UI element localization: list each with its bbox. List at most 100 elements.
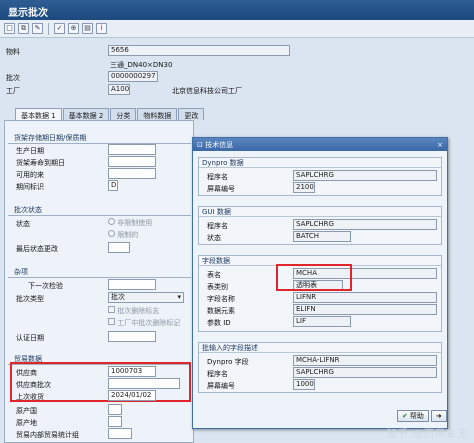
tab-changes[interactable]: 更改: [178, 108, 205, 120]
check-icon: ✔: [402, 412, 408, 420]
available-field[interactable]: [108, 168, 156, 179]
navigate-button[interactable]: ➜: [430, 410, 447, 422]
info-icon[interactable]: i: [96, 23, 107, 34]
dynpro-data-group: Dynpro 数据 程序名 SAPLCHRG 屏幕编号 2100: [198, 157, 442, 196]
param-id-field[interactable]: LIF: [293, 316, 351, 327]
unrestricted-label: 非限制使用: [117, 219, 153, 227]
unrestricted-radio[interactable]: 非限制使用: [108, 218, 152, 228]
vendor-batch-label: 供应商批次: [16, 381, 51, 389]
new-icon[interactable]: □: [4, 23, 15, 34]
gui-program-field[interactable]: SAPLCHRG: [293, 219, 437, 230]
shelf-expiry-label: 货架寿命到期日: [16, 159, 65, 167]
screen-field[interactable]: 2100: [293, 182, 315, 193]
misc-group-title: 杂项: [8, 267, 191, 278]
period-indicator-label: 期间标识: [16, 183, 44, 191]
vendor-batch-field[interactable]: [108, 378, 180, 389]
gui-status-field[interactable]: BATCH: [293, 231, 351, 242]
batch-status-group-title: 批次状态: [8, 205, 191, 216]
batch-label: 批次: [6, 74, 20, 82]
ok-button-label: 帮助: [409, 412, 424, 420]
batch-type-value: 批次: [111, 293, 125, 301]
next-inspection-field[interactable]: [108, 279, 156, 290]
gui-status-label: 状态: [207, 234, 221, 242]
program2-label: 程序名: [207, 370, 228, 378]
edit-icon[interactable]: ✎: [32, 23, 43, 34]
dialog-title: ⊡ 技术信息: [197, 140, 233, 150]
plant-label: 工厂: [6, 87, 20, 95]
batch-field[interactable]: 0000000297: [108, 71, 158, 82]
country-origin-field[interactable]: [108, 404, 122, 415]
country-origin-label: 原产国: [16, 407, 37, 415]
gui-group-title: GUI 数据: [199, 207, 441, 217]
tab-classification[interactable]: 分类: [110, 108, 137, 120]
dynpro-field-label: Dynpro 字段: [207, 358, 249, 366]
dialog-titlebar: ⊡ 技术信息 ×: [193, 138, 447, 151]
vendor-label: 供应商: [16, 369, 37, 377]
available-label: 可用的来: [16, 171, 44, 179]
batch-input-group: 批输入的字段描述 Dynpro 字段 MCHA-LIFNR 程序名 SAPLCH…: [198, 342, 442, 393]
plant-deletion-flag-checkbox[interactable]: 工厂中批次删除标记: [108, 318, 180, 328]
checkbox-icon: [108, 306, 115, 313]
gui-program-label: 程序名: [207, 222, 228, 230]
page-icon[interactable]: ▤: [82, 23, 93, 34]
batch-type-select[interactable]: 批次 ▾: [108, 292, 184, 303]
plant-deletion-flag-label: 工厂中批次删除标记: [117, 319, 181, 327]
table-name-label: 表名: [207, 271, 221, 279]
program2-field[interactable]: SAPLCHRG: [293, 367, 437, 378]
export-group-field[interactable]: [108, 428, 132, 439]
table-type-label: 表类别: [207, 283, 228, 291]
tab-strip: 基本数据 1 基本数据 2 分类 物料数据 更改: [15, 108, 205, 120]
data-element-field[interactable]: ELIFN: [293, 304, 437, 315]
tab-basic-data-2[interactable]: 基本数据 2: [62, 108, 110, 120]
restricted-radio[interactable]: 限制的: [108, 230, 138, 240]
technical-info-dialog: ⊡ 技术信息 × Dynpro 数据 程序名 SAPLCHRG 屏幕编号 210…: [192, 137, 448, 429]
batch-type-label: 批次类型: [16, 295, 44, 303]
deletion-flag-checkbox[interactable]: 批次删除标志: [108, 306, 159, 316]
shelf-expiry-field[interactable]: [108, 156, 156, 167]
region-origin-label: 原产地: [16, 419, 37, 427]
production-date-label: 生产日期: [16, 147, 44, 155]
param-id-label: 参数 ID: [207, 319, 231, 327]
radio-icon: [108, 230, 115, 237]
chevron-down-icon: ▾: [177, 293, 181, 301]
last-status-change-field[interactable]: [108, 242, 130, 253]
dialog-title-text: 技术信息: [205, 140, 234, 149]
screen2-field[interactable]: 1000: [293, 379, 315, 390]
lock-icon[interactable]: ⊕: [68, 23, 79, 34]
material-field[interactable]: 5656: [108, 45, 290, 56]
gui-data-group: GUI 数据 程序名 SAPLCHRG 状态 BATCH: [198, 206, 442, 245]
screen-label: 屏幕编号: [207, 185, 235, 193]
copy-icon[interactable]: ⧉: [18, 23, 29, 34]
program-field[interactable]: SAPLCHRG: [293, 170, 437, 181]
batch-input-group-title: 批输入的字段描述: [199, 343, 441, 353]
shelf-life-group-title: 货架存储期日期/保质期: [8, 133, 191, 144]
close-icon[interactable]: ×: [437, 141, 443, 149]
status-label: 状态: [16, 220, 30, 228]
check-icon[interactable]: ✓: [54, 23, 65, 34]
window-title: 显示批次: [0, 0, 474, 20]
dynpro-field-field[interactable]: MCHA-LIFNR: [293, 355, 437, 366]
radio-icon: [108, 218, 115, 225]
table-highlight-box: [276, 264, 352, 291]
region-origin-field[interactable]: [108, 416, 122, 427]
ok-button[interactable]: ✔ 帮助: [397, 410, 429, 422]
last-status-change-label: 最后状态更改: [16, 245, 58, 253]
watermark: 知乎 @西风玄王: [386, 429, 468, 440]
tab-material-data[interactable]: 物料数据: [137, 108, 178, 120]
tab-basic-data-1[interactable]: 基本数据 1: [15, 108, 62, 120]
vendor-field[interactable]: 1000703: [108, 366, 156, 377]
next-inspection-label: 下一次检验: [28, 282, 63, 290]
period-indicator-field[interactable]: D: [108, 180, 118, 191]
dialog-button-bar: ✔ 帮助 ➜: [397, 410, 447, 422]
plant-name: 北京信息科技公司工厂: [172, 87, 242, 95]
cert-date-label: 认证日期: [16, 334, 44, 342]
field-name-field[interactable]: LIFNR: [293, 292, 437, 303]
cert-date-field[interactable]: [108, 331, 156, 342]
dynpro-group-title: Dynpro 数据: [199, 158, 441, 168]
application-toolbar: □ ⧉ ✎ ✓ ⊕ ▤ i: [0, 20, 474, 38]
plant-field[interactable]: A100: [108, 84, 130, 95]
last-gr-field[interactable]: 2024/01/02: [108, 390, 156, 401]
production-date-field[interactable]: [108, 144, 156, 155]
material-label: 物料: [6, 48, 20, 56]
navigate-icon: ➜: [435, 412, 442, 420]
